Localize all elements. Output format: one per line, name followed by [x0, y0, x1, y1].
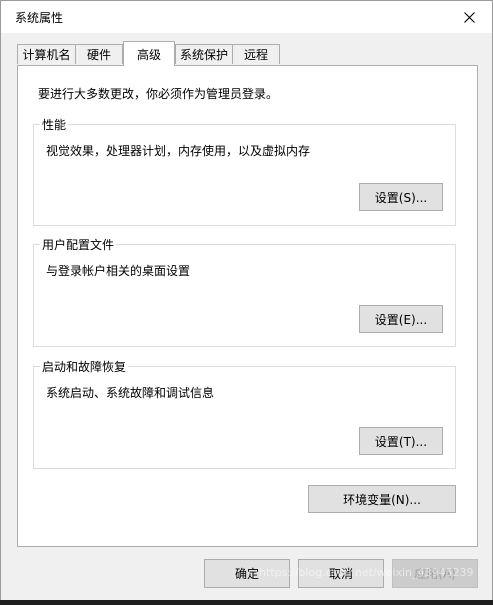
user-profiles-group-title: 用户配置文件: [40, 236, 117, 253]
title-bar: 系统属性: [1, 1, 492, 33]
admin-notice: 要进行大多数更改，你必须作为管理员登录。: [38, 87, 279, 101]
performance-settings-button[interactable]: 设置(S)...: [359, 183, 443, 211]
window-title: 系统属性: [15, 11, 64, 25]
tab-label: 远程: [243, 48, 268, 62]
tab-advanced[interactable]: 高级: [123, 41, 175, 66]
startup-recovery-settings-button[interactable]: 设置(T)...: [359, 427, 443, 455]
watermark-text: https://blog.csdn.net/weixin_43945239: [259, 566, 474, 579]
advanced-panel: 要进行大多数更改，你必须作为管理员登录。 性能 视觉效果，处理器计划，内存使用，…: [17, 65, 478, 547]
tab-system-protection[interactable]: 系统保护: [175, 44, 233, 64]
startup-recovery-group: 启动和故障恢复 系统启动、系统故障和调试信息 设置(T)...: [33, 358, 456, 469]
user-profiles-description: 与登录帐户相关的桌面设置: [46, 264, 191, 278]
tab-label: 高级: [136, 47, 161, 62]
background-strip: [0, 600, 493, 605]
startup-recovery-description: 系统启动、系统故障和调试信息: [46, 386, 215, 400]
user-profiles-group: 用户配置文件 与登录帐户相关的桌面设置 设置(E)...: [33, 236, 456, 347]
system-properties-window: 系统属性 计算机名 硬件 高级 系统保护 远程 要进行大多数更改，你必须作为管理…: [0, 0, 493, 605]
tab-computer-name[interactable]: 计算机名: [17, 44, 76, 64]
tab-label: 系统保护: [179, 48, 228, 62]
startup-recovery-group-title: 启动和故障恢复: [40, 358, 129, 375]
tab-label: 硬件: [86, 48, 111, 62]
close-icon: [463, 11, 475, 23]
performance-group-title: 性能: [40, 116, 69, 133]
performance-group: 性能 视觉效果，处理器计划，内存使用，以及虚拟内存 设置(S)...: [33, 116, 456, 226]
tab-label: 计算机名: [22, 48, 71, 62]
user-profiles-settings-button[interactable]: 设置(E)...: [359, 305, 443, 333]
tab-remote[interactable]: 远程: [232, 44, 280, 64]
environment-variables-button[interactable]: 环境变量(N)...: [308, 485, 456, 513]
close-button[interactable]: [446, 1, 492, 33]
performance-description: 视觉效果，处理器计划，内存使用，以及虚拟内存: [46, 144, 311, 158]
tab-hardware[interactable]: 硬件: [75, 44, 123, 64]
